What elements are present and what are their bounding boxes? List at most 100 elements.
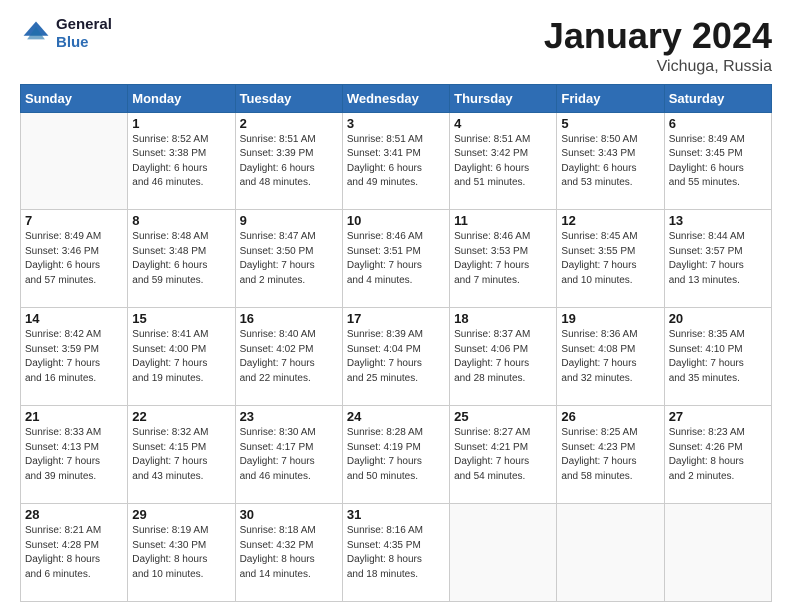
table-row: 12 Sunrise: 8:45 AM Sunset: 3:55 PM Dayli… [557,210,664,308]
day-info: Sunrise: 8:28 AM Sunset: 4:19 PM Dayligh… [347,426,445,484]
table-row: 6Sunrise: 8:49 AM Sunset: 3:45 PM Daylig… [664,112,771,210]
logo-icon [20,18,52,50]
day-info: Sunrise: 8:35 AM Sunset: 4:10 PM Dayligh… [669,328,767,386]
day-number: 20 [669,311,767,326]
day-info: Sunrise: 8:33 AM Sunset: 4:13 PM Dayligh… [25,426,123,484]
day-number: 10 [347,213,445,228]
table-row [664,504,771,602]
col-thursday: Thursday [450,84,557,112]
day-number: 30 [240,507,338,522]
calendar-table: Sunday Monday Tuesday Wednesday Thursday… [20,84,772,602]
day-info: Sunrise: 8:36 AM Sunset: 4:08 PM Dayligh… [561,328,659,386]
day-number: 26 [561,409,659,424]
day-number: 13 [669,213,767,228]
table-row: 11 Sunrise: 8:46 AM Sunset: 3:53 PM Dayli… [450,210,557,308]
calendar-week-row: 14 Sunrise: 8:42 AM Sunset: 3:59 PM Dayli… [21,308,772,406]
table-row: 9Sunrise: 8:47 AM Sunset: 3:50 PM Daylig… [235,210,342,308]
col-friday: Friday [557,84,664,112]
table-row: 26Sunrise: 8:25 AM Sunset: 4:23 PM Dayli… [557,406,664,504]
subtitle: Vichuga, Russia [544,58,772,76]
day-info: Sunrise: 8:45 AM Sunset: 3:55 PM Dayligh… [561,230,659,288]
day-number: 18 [454,311,552,326]
calendar-week-row: 28Sunrise: 8:21 AM Sunset: 4:28 PM Dayli… [21,504,772,602]
table-row: 19 Sunrise: 8:36 AM Sunset: 4:08 PM Dayli… [557,308,664,406]
table-row: 13Sunrise: 8:44 AM Sunset: 3:57 PM Dayli… [664,210,771,308]
col-wednesday: Wednesday [342,84,449,112]
day-number: 31 [347,507,445,522]
day-number: 27 [669,409,767,424]
day-number: 14 [25,311,123,326]
table-row: 28Sunrise: 8:21 AM Sunset: 4:28 PM Dayli… [21,504,128,602]
table-row: 5Sunrise: 8:50 AM Sunset: 3:43 PM Daylig… [557,112,664,210]
table-row: 10 Sunrise: 8:46 AM Sunset: 3:51 PM Dayli… [342,210,449,308]
day-number: 29 [132,507,230,522]
day-number: 17 [347,311,445,326]
main-title: January 2024 [544,16,772,56]
day-info: Sunrise: 8:39 AM Sunset: 4:04 PM Dayligh… [347,328,445,386]
table-row: 23 Sunrise: 8:30 AM Sunset: 4:17 PM Dayli… [235,406,342,504]
table-row: 25 Sunrise: 8:27 AM Sunset: 4:21 PM Dayli… [450,406,557,504]
page: General Blue January 2024 Vichuga, Russi… [0,0,792,612]
day-number: 25 [454,409,552,424]
day-info: Sunrise: 8:48 AM Sunset: 3:48 PM Dayligh… [132,230,230,288]
day-number: 3 [347,116,445,131]
day-info: Sunrise: 8:49 AM Sunset: 3:46 PM Dayligh… [25,230,123,288]
day-number: 2 [240,116,338,131]
day-number: 24 [347,409,445,424]
day-number: 11 [454,213,552,228]
table-row: 22Sunrise: 8:32 AM Sunset: 4:15 PM Dayli… [128,406,235,504]
table-row [557,504,664,602]
table-row: 29 Sunrise: 8:19 AM Sunset: 4:30 PM Dayli… [128,504,235,602]
calendar-week-row: 7 Sunrise: 8:49 AM Sunset: 3:46 PM Daylig… [21,210,772,308]
col-saturday: Saturday [664,84,771,112]
day-number: 5 [561,116,659,131]
day-info: Sunrise: 8:51 AM Sunset: 3:42 PM Dayligh… [454,133,552,191]
table-row: 8Sunrise: 8:48 AM Sunset: 3:48 PM Daylig… [128,210,235,308]
day-info: Sunrise: 8:32 AM Sunset: 4:15 PM Dayligh… [132,426,230,484]
calendar-week-row: 1Sunrise: 8:52 AM Sunset: 3:38 PM Daylig… [21,112,772,210]
day-number: 28 [25,507,123,522]
table-row [450,504,557,602]
table-row: 27 Sunrise: 8:23 AM Sunset: 4:26 PM Dayli… [664,406,771,504]
calendar-header-row: Sunday Monday Tuesday Wednesday Thursday… [21,84,772,112]
day-info: Sunrise: 8:19 AM Sunset: 4:30 PM Dayligh… [132,524,230,582]
day-number: 6 [669,116,767,131]
day-info: Sunrise: 8:23 AM Sunset: 4:26 PM Dayligh… [669,426,767,484]
day-number: 4 [454,116,552,131]
day-info: Sunrise: 8:27 AM Sunset: 4:21 PM Dayligh… [454,426,552,484]
day-info: Sunrise: 8:30 AM Sunset: 4:17 PM Dayligh… [240,426,338,484]
table-row: 4 Sunrise: 8:51 AM Sunset: 3:42 PM Daylig… [450,112,557,210]
day-number: 21 [25,409,123,424]
table-row: 2 Sunrise: 8:51 AM Sunset: 3:39 PM Daylig… [235,112,342,210]
day-info: Sunrise: 8:16 AM Sunset: 4:35 PM Dayligh… [347,524,445,582]
day-number: 23 [240,409,338,424]
day-info: Sunrise: 8:42 AM Sunset: 3:59 PM Dayligh… [25,328,123,386]
day-info: Sunrise: 8:37 AM Sunset: 4:06 PM Dayligh… [454,328,552,386]
table-row: 20 Sunrise: 8:35 AM Sunset: 4:10 PM Dayli… [664,308,771,406]
day-number: 7 [25,213,123,228]
day-number: 1 [132,116,230,131]
table-row: 15Sunrise: 8:41 AM Sunset: 4:00 PM Dayli… [128,308,235,406]
day-number: 16 [240,311,338,326]
day-info: Sunrise: 8:51 AM Sunset: 3:39 PM Dayligh… [240,133,338,191]
day-info: Sunrise: 8:51 AM Sunset: 3:41 PM Dayligh… [347,133,445,191]
day-info: Sunrise: 8:40 AM Sunset: 4:02 PM Dayligh… [240,328,338,386]
calendar-week-row: 21 Sunrise: 8:33 AM Sunset: 4:13 PM Dayli… [21,406,772,504]
table-row: 24 Sunrise: 8:28 AM Sunset: 4:19 PM Dayli… [342,406,449,504]
table-row: 21 Sunrise: 8:33 AM Sunset: 4:13 PM Dayli… [21,406,128,504]
logo-text: General Blue [56,16,112,52]
col-sunday: Sunday [21,84,128,112]
logo: General Blue [20,16,112,52]
table-row: 17 Sunrise: 8:39 AM Sunset: 4:04 PM Dayli… [342,308,449,406]
table-row: 14 Sunrise: 8:42 AM Sunset: 3:59 PM Dayli… [21,308,128,406]
day-info: Sunrise: 8:46 AM Sunset: 3:51 PM Dayligh… [347,230,445,288]
table-row: 1Sunrise: 8:52 AM Sunset: 3:38 PM Daylig… [128,112,235,210]
day-number: 19 [561,311,659,326]
table-row: 7 Sunrise: 8:49 AM Sunset: 3:46 PM Daylig… [21,210,128,308]
day-number: 12 [561,213,659,228]
day-info: Sunrise: 8:18 AM Sunset: 4:32 PM Dayligh… [240,524,338,582]
title-section: January 2024 Vichuga, Russia [544,16,772,76]
table-row: 16 Sunrise: 8:40 AM Sunset: 4:02 PM Dayli… [235,308,342,406]
day-number: 15 [132,311,230,326]
day-info: Sunrise: 8:46 AM Sunset: 3:53 PM Dayligh… [454,230,552,288]
